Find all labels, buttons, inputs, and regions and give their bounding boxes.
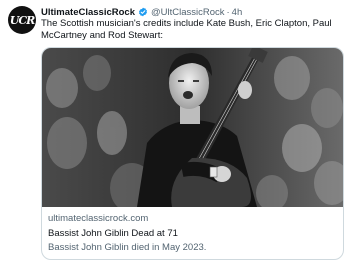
avatar[interactable]: UCR [8,6,36,34]
avatar-logo-text: UCR [9,13,35,27]
tweet-header: UltimateClassicRock @UltClassicRock · 4h [41,5,344,19]
author-name[interactable]: UltimateClassicRock [41,7,135,18]
verified-badge-icon [139,7,147,17]
card-title[interactable]: Bassist John Giblin Dead at 71 [48,227,337,240]
card-description: Bassist John Giblin died in May 2023. [48,242,207,253]
card-image[interactable] [42,48,343,207]
tweet-text: The Scottish musician's credits include … [41,18,332,41]
separator-dot: · [226,6,230,18]
author-handle[interactable]: @UltClassicRock [151,7,225,18]
link-card[interactable]: ultimateclassicrock.com Bassist John Gib… [41,47,344,260]
card-domain[interactable]: ultimateclassicrock.com [48,213,337,225]
concert-photo [42,48,343,207]
card-info: ultimateclassicrock.com Bassist John Gib… [48,213,337,254]
post-time[interactable]: 4h [232,7,243,18]
